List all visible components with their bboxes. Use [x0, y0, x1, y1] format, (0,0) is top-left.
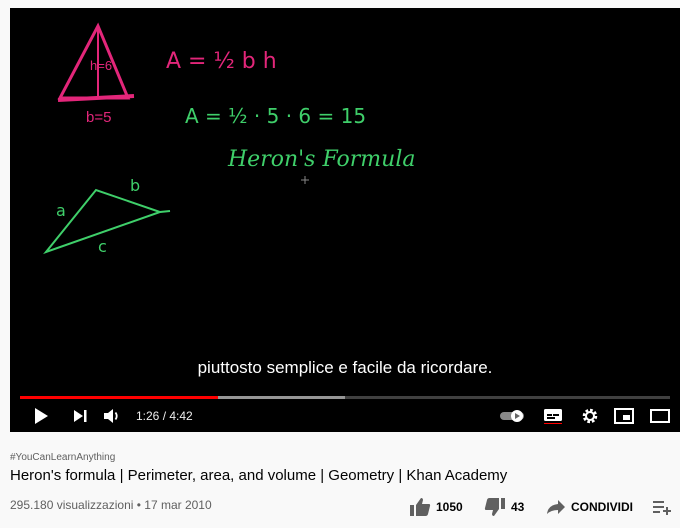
label-h: h=6 — [90, 58, 112, 73]
side-c-label: c — [98, 237, 107, 256]
gear-icon — [582, 408, 598, 424]
progress-played — [20, 396, 219, 399]
miniplayer-button[interactable] — [611, 400, 637, 432]
theater-mode-icon — [650, 409, 670, 423]
side-a-label: a — [56, 201, 66, 220]
player-controls: 1:26 / 4:42 — [10, 400, 680, 432]
label-b: b=5 — [86, 109, 111, 126]
area-formula: A = ½ b h — [166, 49, 277, 74]
settings-button[interactable] — [578, 400, 602, 432]
play-icon — [35, 408, 48, 424]
volume-icon — [104, 409, 118, 423]
area-calculation: A = ½ · 5 · 6 = 15 — [185, 104, 366, 128]
miniplayer-icon — [614, 408, 634, 424]
skip-next-icon — [74, 410, 87, 422]
subtitle-caption: piuttosto semplice e facile da ricordare… — [197, 358, 493, 377]
subtitles-button[interactable] — [540, 400, 566, 432]
theater-mode-button[interactable] — [646, 400, 674, 432]
save-to-playlist-button[interactable] — [652, 497, 672, 517]
video-frame: h=6 b=5 A = ½ b h A = ½ · 5 · 6 = 15 Her… — [43, 22, 415, 256]
side-b-label: b — [130, 176, 140, 195]
thumbs-down-icon — [484, 498, 505, 516]
view-count-date: 295.180 visualizzazioni • 17 mar 2010 — [10, 498, 212, 512]
time-display: 1:26 / 4:42 — [136, 409, 193, 423]
share-button[interactable]: CONDIVIDI — [546, 497, 633, 517]
thumbs-up-icon — [410, 498, 431, 516]
dislike-button[interactable]: 43 — [484, 497, 524, 517]
next-button[interactable] — [68, 400, 92, 432]
autoplay-toggle[interactable] — [498, 400, 528, 432]
like-count: 1050 — [436, 500, 463, 514]
subtitles-icon — [544, 409, 562, 424]
video-title: Heron's formula | Perimeter, area, and v… — [10, 467, 508, 484]
progress-bar[interactable] — [20, 396, 670, 399]
playlist-add-icon — [653, 501, 671, 515]
video-player[interactable]: h=6 b=5 A = ½ b h A = ½ · 5 · 6 = 15 Her… — [10, 8, 680, 432]
heron-heading: Heron's Formula — [227, 147, 415, 172]
autoplay-toggle-icon — [500, 410, 524, 422]
volume-button[interactable] — [100, 400, 126, 432]
share-label: CONDIVIDI — [571, 500, 634, 514]
dislike-count: 43 — [511, 500, 525, 514]
like-button[interactable]: 1050 — [409, 497, 463, 517]
share-icon — [547, 500, 565, 514]
pen-cursor-icon — [301, 176, 309, 184]
play-button[interactable] — [28, 400, 54, 432]
hashtag-link[interactable]: #YouCanLearnAnything — [10, 452, 115, 463]
